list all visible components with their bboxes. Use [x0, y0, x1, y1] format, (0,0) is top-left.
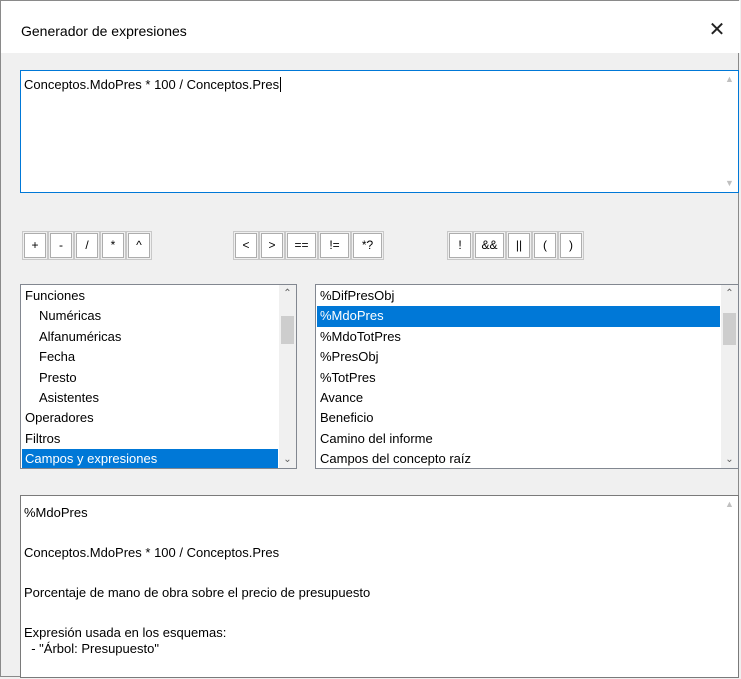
field-item[interactable]: Camino del informe: [317, 429, 720, 449]
open-paren-button[interactable]: (: [532, 231, 558, 260]
description-expression: Conceptos.MdoPres * 100 / Conceptos.Pres: [24, 545, 280, 560]
greater-than-button[interactable]: >: [259, 231, 285, 260]
category-item-alfanumericas[interactable]: Alfanuméricas: [22, 327, 278, 347]
category-item-filtros[interactable]: Filtros: [22, 429, 278, 449]
category-item-funciones[interactable]: Funciones: [22, 286, 278, 306]
dialog-title: Generador de expresiones: [21, 23, 187, 39]
fields-scrollbar[interactable]: ⌃ ⌄: [721, 285, 738, 468]
field-item[interactable]: %TotPres: [317, 368, 720, 388]
comparison-operator-buttons: < > == != *?: [233, 231, 384, 261]
field-item-selected[interactable]: %MdoPres: [317, 306, 720, 327]
wildcard-match-button[interactable]: *?: [351, 231, 384, 260]
equals-button[interactable]: ==: [285, 231, 318, 260]
field-item[interactable]: Campos del concepto raíz: [317, 449, 720, 468]
category-item-campos-y-expresiones[interactable]: Campos y expresiones: [22, 449, 278, 468]
chevron-up-icon[interactable]: ⌃: [279, 285, 296, 302]
category-scrollbar[interactable]: ⌃ ⌄: [279, 285, 296, 468]
chevron-down-icon[interactable]: ⌄: [721, 451, 738, 468]
not-button[interactable]: !: [447, 231, 473, 260]
scroll-down-icon[interactable]: ▼: [721, 175, 738, 192]
fields-list[interactable]: %DifPresObj %MdoPres %MdoTotPres %PresOb…: [315, 284, 739, 469]
minus-button[interactable]: -: [48, 231, 74, 260]
category-item-numericas[interactable]: Numéricas: [22, 306, 278, 326]
description-panel: %MdoPres Conceptos.MdoPres * 100 / Conce…: [20, 495, 739, 678]
logic-operator-buttons: ! && || ( ): [447, 231, 584, 261]
arithmetic-operator-buttons: + - / * ^: [22, 231, 152, 261]
expression-scrollbar[interactable]: ▲ ▼: [721, 71, 738, 192]
category-list[interactable]: Funciones Numéricas Alfanuméricas Fecha …: [20, 284, 297, 469]
chevron-up-icon[interactable]: ⌃: [721, 285, 738, 302]
description-name: %MdoPres: [24, 505, 88, 520]
power-button[interactable]: ^: [126, 231, 152, 260]
field-item[interactable]: Beneficio: [317, 408, 720, 428]
category-item-presto[interactable]: Presto: [22, 368, 278, 388]
title-bar: Generador de expresiones ✕: [1, 1, 740, 53]
scroll-up-icon[interactable]: ▲: [721, 71, 738, 88]
close-icon[interactable]: ✕: [702, 15, 732, 45]
scroll-thumb[interactable]: [281, 316, 294, 344]
less-than-button[interactable]: <: [233, 231, 259, 260]
chevron-down-icon[interactable]: ⌄: [279, 451, 296, 468]
or-button[interactable]: ||: [506, 231, 532, 260]
expression-input[interactable]: Conceptos.MdoPres * 100 / Conceptos.Pres…: [20, 70, 739, 193]
field-item[interactable]: %DifPresObj: [317, 286, 720, 306]
category-item-operadores[interactable]: Operadores: [22, 408, 278, 428]
description-scrollbar[interactable]: ▲: [721, 496, 738, 677]
expression-builder-dialog: Generador de expresiones ✕ Conceptos.Mdo…: [0, 0, 740, 678]
category-item-asistentes[interactable]: Asistentes: [22, 388, 278, 408]
category-item-fecha[interactable]: Fecha: [22, 347, 278, 367]
scroll-up-icon[interactable]: ▲: [721, 496, 738, 513]
description-summary: Porcentaje de mano de obra sobre el prec…: [24, 585, 371, 600]
expression-text: Conceptos.MdoPres * 100 / Conceptos.Pres: [24, 77, 280, 92]
not-equals-button[interactable]: !=: [318, 231, 351, 260]
plus-button[interactable]: +: [22, 231, 48, 260]
and-button[interactable]: &&: [473, 231, 506, 260]
field-item[interactable]: %PresObj: [317, 347, 720, 367]
text-caret: [280, 77, 282, 92]
field-item[interactable]: %MdoTotPres: [317, 327, 720, 347]
close-paren-button[interactable]: ): [558, 231, 584, 260]
field-item[interactable]: Avance: [317, 388, 720, 408]
divide-button[interactable]: /: [74, 231, 100, 260]
multiply-button[interactable]: *: [100, 231, 126, 260]
scroll-thumb[interactable]: [723, 313, 736, 345]
